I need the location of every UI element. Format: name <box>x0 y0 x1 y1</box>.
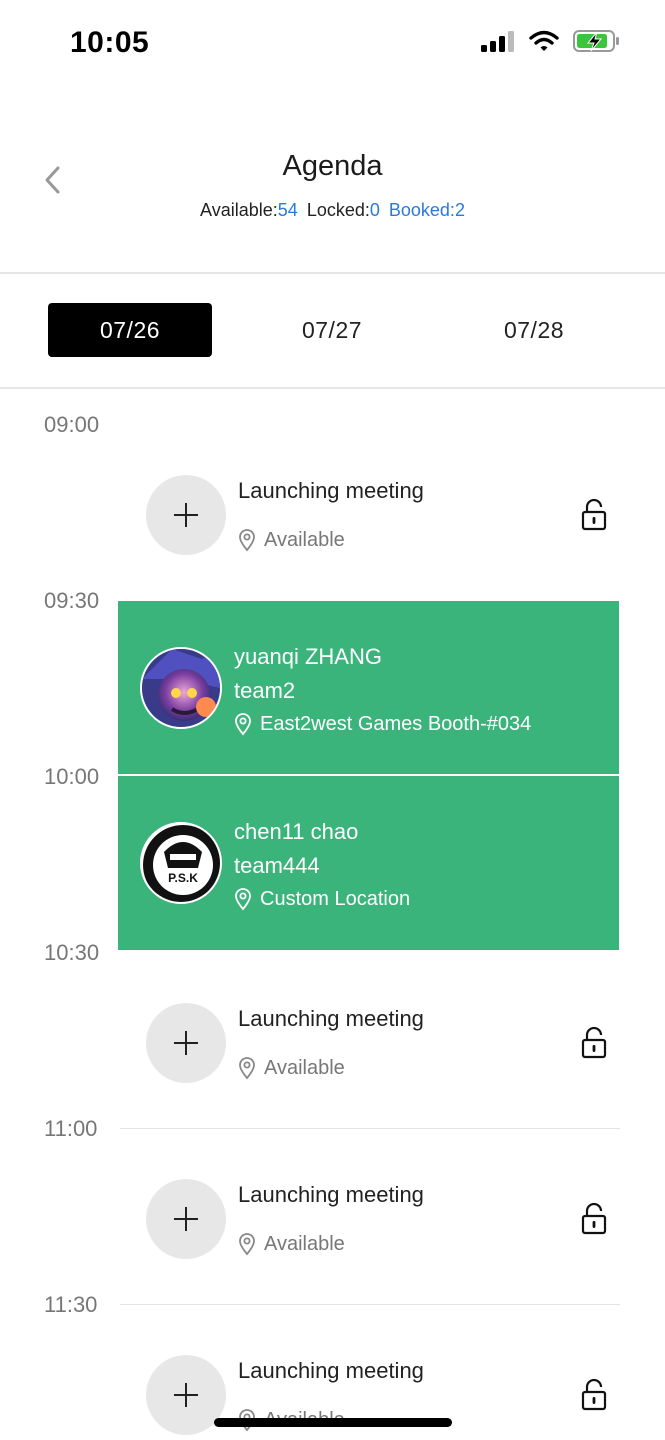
locked-label: Locked: <box>306 200 370 220</box>
booking-location-text: Custom Location <box>260 887 411 910</box>
time-divider <box>120 1128 620 1129</box>
slot-title: Launching meeting <box>238 1358 424 1383</box>
add-meeting-button[interactable] <box>146 475 226 555</box>
location-pin-icon <box>235 888 251 911</box>
avatar-logo-text: P.S.K <box>168 871 198 885</box>
slot-status: Available <box>238 1056 345 1080</box>
plus-icon <box>174 503 198 527</box>
plus-icon <box>174 1207 198 1231</box>
date-tab-0728[interactable]: 07/28 <box>452 303 616 357</box>
booked-count: 2 <box>454 200 465 220</box>
unlock-icon <box>581 1378 607 1411</box>
location-pin-icon <box>239 1233 255 1256</box>
available-count: 54 <box>277 200 298 220</box>
slot-title: Launching meeting <box>238 1006 424 1031</box>
status-bar: 10:05 <box>0 0 665 88</box>
booking-team: team444 <box>234 853 320 878</box>
page-title: Agenda <box>282 150 383 182</box>
tabs-divider <box>0 387 665 389</box>
avatar <box>140 647 222 729</box>
slot-status-text: Available <box>264 528 345 551</box>
add-meeting-button[interactable] <box>146 1179 226 1259</box>
slot-title: Launching meeting <box>238 478 424 503</box>
time-label: 09:00 <box>44 412 100 437</box>
lock-toggle[interactable] <box>580 1378 608 1411</box>
time-label: 11:00 <box>44 1116 98 1141</box>
lock-toggle[interactable] <box>580 1202 608 1235</box>
header-divider <box>0 272 665 274</box>
lock-toggle[interactable] <box>580 1026 608 1059</box>
avatar: P.S.K <box>140 822 222 904</box>
date-tab-0726[interactable]: 07/26 <box>48 303 212 357</box>
booking-name: chen11 chao <box>234 819 359 844</box>
booking-name: yuanqi ZHANG <box>234 644 382 669</box>
booking-location: East2west Games Booth-#034 <box>234 712 531 736</box>
booked-label: Booked: <box>388 200 455 220</box>
battery-charging-icon <box>573 29 621 58</box>
agenda-summary: Available:54 Locked:0 Booked:2 <box>0 200 665 221</box>
location-pin-icon <box>239 1057 255 1080</box>
booked-slot-1000[interactable]: P.S.K chen11 chao team444 Custom Locatio… <box>118 776 619 950</box>
wifi-icon <box>529 30 559 57</box>
plus-icon <box>174 1383 198 1407</box>
plus-icon <box>174 1031 198 1055</box>
booking-team: team2 <box>234 678 296 703</box>
slot-status-text: Available <box>264 1232 345 1255</box>
slot-status: Available <box>238 1232 345 1256</box>
add-meeting-button[interactable] <box>146 1003 226 1083</box>
location-pin-icon <box>239 529 255 552</box>
time-label: 10:30 <box>44 940 100 965</box>
signal-icon <box>481 30 515 57</box>
lock-toggle[interactable] <box>580 498 608 531</box>
time-label: 10:00 <box>44 764 100 789</box>
unlock-icon <box>581 1026 607 1059</box>
unlock-icon <box>581 1202 607 1235</box>
home-indicator[interactable] <box>214 1418 452 1427</box>
unlock-icon <box>581 498 607 531</box>
slot-title: Launching meeting <box>238 1182 424 1207</box>
locked-count: 0 <box>369 200 380 220</box>
time-label: 09:30 <box>44 588 100 613</box>
date-tab-0727[interactable]: 07/27 <box>250 303 414 357</box>
slot-status: Available <box>238 528 345 552</box>
available-label: Available: <box>200 200 278 220</box>
booked-slot-0930[interactable]: yuanqi ZHANG team2 East2west Games Booth… <box>118 601 619 774</box>
time-label: 11:30 <box>44 1292 98 1317</box>
booking-location-text: East2west Games Booth-#034 <box>260 712 532 735</box>
location-pin-icon <box>235 713 251 736</box>
booking-location: Custom Location <box>234 887 410 911</box>
status-time: 10:05 <box>70 26 150 59</box>
time-divider <box>120 1304 620 1305</box>
status-icons <box>481 29 621 58</box>
slot-status-text: Available <box>264 1056 345 1079</box>
